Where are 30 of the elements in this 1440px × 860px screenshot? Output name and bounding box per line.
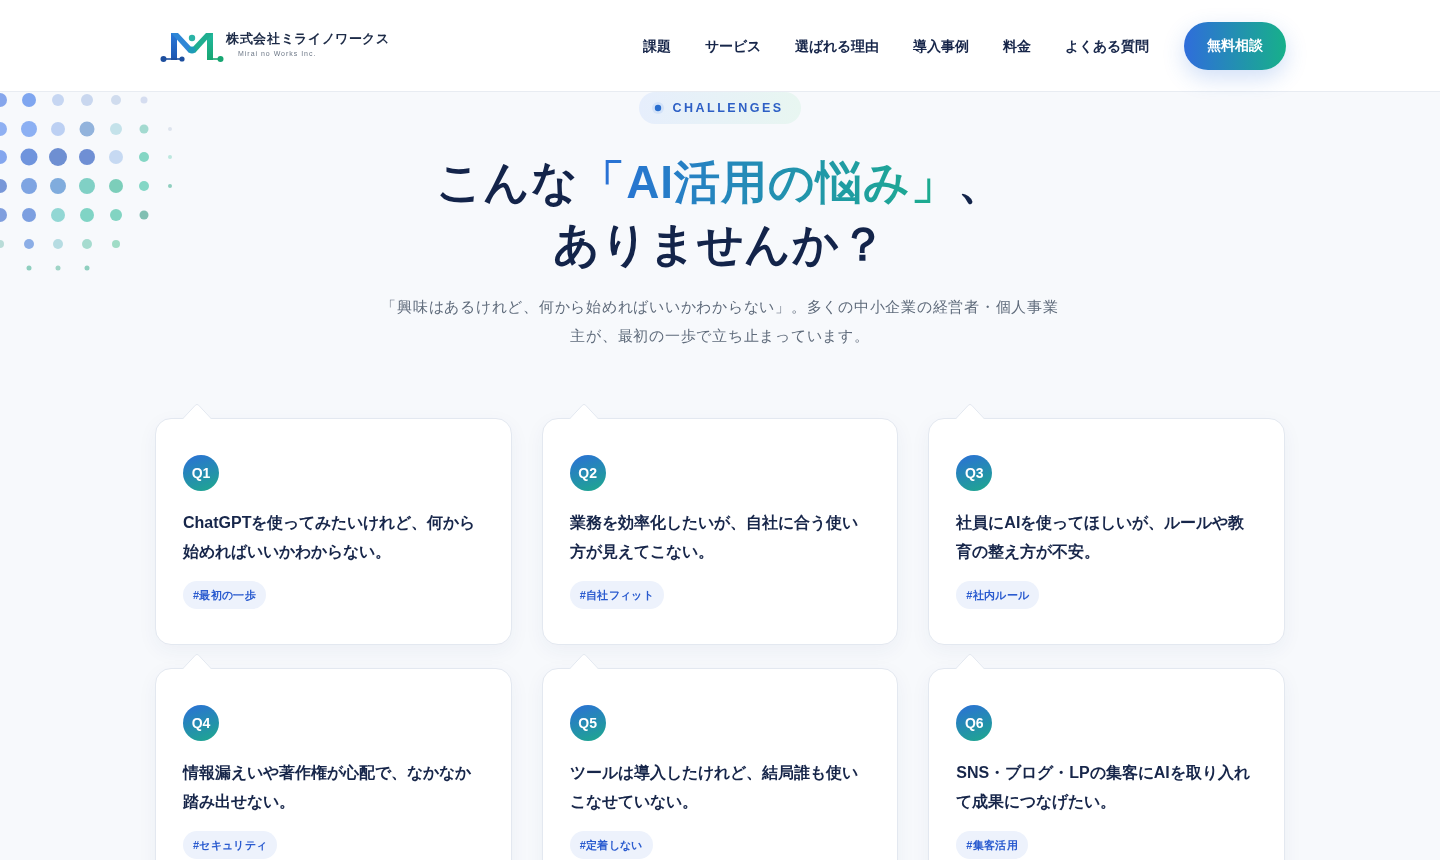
question-number: Q3	[956, 455, 993, 491]
dot-icon	[652, 102, 665, 114]
question-number: Q5	[569, 705, 606, 741]
question-text: 社員にAIを使ってほしいが、ルールや教育の整え方が不安。	[956, 513, 1246, 562]
topic-tag: #社内ルール	[956, 581, 1040, 609]
section-description: 「興味はあるけれど、何から始めればいいかわからない」。多くの中小企業の経営者・個人事業主が、最初の一歩で立ち止まっています。	[380, 297, 1060, 346]
nav-link[interactable]: 課題	[643, 35, 671, 56]
section-heading: こんな「AI活用の悩み」、 ありませんか？	[435, 155, 1005, 272]
question-text: SNS・ブログ・LPの集客にAIを取り入れて成果につなげたい。	[956, 763, 1251, 813]
topic-tag: #セキュリティ	[183, 831, 278, 859]
nav-link[interactable]: サービス	[705, 35, 761, 56]
question-number: Q2	[569, 455, 606, 491]
topic-tag: #集客活用	[956, 831, 1029, 859]
question-text: 業務を効率化したいが、自社に合う使い方が見えてこない。	[569, 513, 859, 563]
topic-tag: #自社フィット	[569, 581, 665, 609]
question-number: Q6	[956, 705, 993, 741]
question-number: Q4	[183, 705, 219, 741]
nav-link[interactable]: よくある質問	[1065, 35, 1149, 56]
question-text: ChatGPTを使ってみたいけれど、何から始めればいいかわからない。	[183, 513, 477, 563]
free-consultation-button[interactable]: 無料相談	[1184, 21, 1286, 70]
nav-link[interactable]: 料金	[1003, 35, 1031, 56]
topic-tag: #定着しない	[569, 831, 653, 859]
nav-link[interactable]: 導入事例	[913, 35, 969, 56]
question-number: Q1	[183, 455, 219, 491]
topic-tag: #最初の一歩	[183, 581, 267, 609]
question-text: ツールは導入したけれど、結局誰も使いこなせていない。	[569, 763, 859, 813]
section-eyebrow-text: CHALLENGES	[672, 100, 784, 116]
nav-link[interactable]: 選ばれる理由	[795, 35, 879, 56]
company-name: 株式会社ミライノワークス	[226, 31, 390, 47]
question-text: 情報漏えいや著作権が心配で、なかなか踏み出せない。	[183, 763, 472, 813]
